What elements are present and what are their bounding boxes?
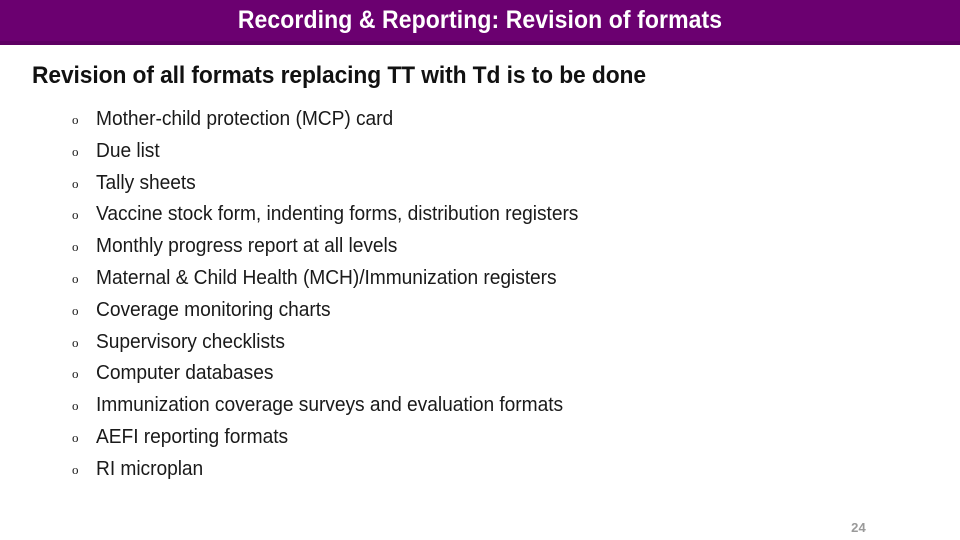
list-item-label: Tally sheets (96, 171, 196, 194)
list-item-label: Supervisory checklists (96, 330, 285, 353)
list-item-label: Maternal & Child Health (MCH)/Immunizati… (96, 266, 557, 289)
list-item: o Computer databases (70, 358, 900, 390)
list-item-label: Computer databases (96, 362, 274, 385)
circle-bullet-icon: o (72, 366, 79, 382)
list-item: o Maternal & Child Health (MCH)/Immuniza… (70, 263, 900, 295)
formats-bullet-list: o Mother-child protection (MCP) card o D… (70, 104, 900, 486)
circle-bullet-icon: o (72, 334, 79, 350)
list-item-label: AEFI reporting formats (96, 425, 289, 448)
list-item-label: Vaccine stock form, indenting forms, dis… (96, 203, 579, 226)
slide-title-bar: Recording & Reporting: Revision of forma… (0, 0, 960, 45)
page-title: Recording & Reporting: Revision of forma… (237, 6, 723, 34)
circle-bullet-icon: o (72, 398, 79, 414)
list-item-label: Coverage monitoring charts (96, 298, 331, 321)
page-number: 24 (851, 520, 866, 535)
list-item: o Due list (70, 136, 900, 168)
list-item: o Coverage monitoring charts (70, 295, 900, 327)
circle-bullet-icon: o (72, 270, 79, 286)
circle-bullet-icon: o (72, 302, 79, 318)
list-item-label: RI microplan (96, 457, 204, 480)
list-item-label: Monthly progress report at all levels (96, 235, 398, 258)
list-item: o Supervisory checklists (70, 327, 900, 359)
circle-bullet-icon: o (72, 143, 79, 159)
list-item: o Mother-child protection (MCP) card (70, 104, 900, 136)
list-item-label: Immunization coverage surveys and evalua… (96, 394, 564, 417)
list-item: o Monthly progress report at all levels (70, 231, 900, 263)
slide-subtitle: Revision of all formats replacing TT wit… (32, 62, 646, 89)
circle-bullet-icon: o (72, 461, 79, 477)
circle-bullet-icon: o (72, 207, 79, 223)
circle-bullet-icon: o (72, 429, 79, 445)
list-item: o Vaccine stock form, indenting forms, d… (70, 199, 900, 231)
circle-bullet-icon: o (72, 239, 79, 255)
list-item-label: Due list (96, 139, 160, 162)
slide-canvas: Recording & Reporting: Revision of forma… (0, 0, 960, 540)
list-item-label: Mother-child protection (MCP) card (96, 108, 394, 130)
list-item: o Immunization coverage surveys and eval… (70, 390, 900, 422)
list-item: o AEFI reporting formats (70, 422, 900, 454)
circle-bullet-icon: o (72, 175, 79, 191)
list-item: o Tally sheets (70, 168, 900, 200)
list-item: o RI microplan (70, 454, 900, 486)
circle-bullet-icon: o (72, 112, 79, 127)
